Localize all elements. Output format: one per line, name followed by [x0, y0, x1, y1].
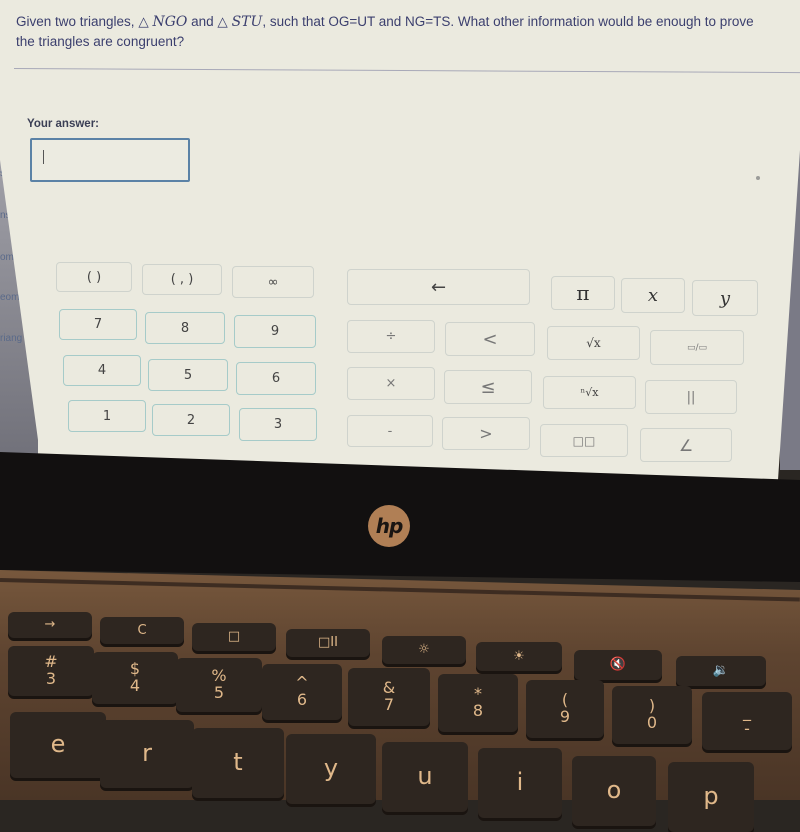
sidebar-item-fragment: eom: [0, 292, 20, 303]
key-9[interactable]: 9: [234, 315, 316, 348]
question-text: Given two triangles, △ NGO and △ STU, su…: [16, 14, 754, 49]
question-divider: [13, 68, 800, 74]
key-p[interactable]: p: [668, 762, 754, 832]
key-2[interactable]: 2: [152, 404, 230, 436]
key-i[interactable]: i: [478, 748, 562, 818]
key-7[interactable]: & 7: [348, 668, 430, 726]
key-minus[interactable]: _ -: [702, 692, 792, 750]
sidebar-item-fragment: riang: [0, 333, 23, 344]
key-3[interactable]: #3: [8, 646, 94, 696]
quiz-screen: Given two triangles, △ NGO and △ STU, su…: [0, 0, 800, 480]
key-fraction[interactable]: ▭/▭: [650, 330, 744, 365]
key-overview-icon[interactable]: □II: [286, 629, 370, 657]
key-6[interactable]: 6: [236, 362, 316, 395]
key-8[interactable]: * 8: [438, 674, 518, 732]
key-infinity[interactable]: ∞: [232, 266, 314, 298]
screen-speck: [756, 176, 760, 180]
triangle-2-name: STU: [231, 14, 263, 30]
key-mute-icon[interactable]: 🔇: [574, 650, 662, 680]
key-divide[interactable]: ÷: [347, 320, 435, 353]
triangle-symbol: △: [138, 14, 149, 29]
key-exponent[interactable]: □□: [540, 424, 628, 457]
key-refresh-icon[interactable]: C: [100, 617, 184, 644]
key-parallel[interactable]: ||: [645, 380, 737, 414]
key-7[interactable]: 7: [59, 309, 137, 340]
key-interval[interactable]: ( , ): [142, 264, 222, 295]
key-pi[interactable]: π: [551, 276, 615, 310]
key-greater-than[interactable]: >: [442, 417, 530, 450]
key-4[interactable]: $4: [92, 652, 178, 704]
key-1[interactable]: 1: [68, 400, 146, 432]
key-brightness-down-icon[interactable]: ☼: [382, 636, 466, 664]
sidebar-item-fragment: om: [0, 252, 14, 263]
key-square-root[interactable]: √x: [547, 326, 640, 360]
key-5[interactable]: % 5: [176, 658, 262, 712]
key-u[interactable]: u: [382, 742, 468, 812]
hp-logo: hp: [368, 505, 410, 547]
key-nth-root[interactable]: ⁿ√x: [543, 376, 636, 409]
key-backspace[interactable]: ←: [347, 269, 530, 305]
key-5[interactable]: 5: [148, 359, 228, 391]
key-4[interactable]: 4: [63, 355, 141, 386]
answer-input[interactable]: [30, 138, 190, 182]
key-parentheses[interactable]: ( ): [56, 262, 132, 292]
key-y[interactable]: y: [286, 734, 376, 804]
key-brightness-up-icon[interactable]: ☀: [476, 642, 562, 671]
key-x[interactable]: x: [621, 278, 685, 313]
key-0[interactable]: ) 0: [612, 686, 692, 744]
key-3[interactable]: 3: [239, 408, 317, 441]
key-fullscreen-icon[interactable]: □: [192, 623, 276, 651]
key-9[interactable]: (9: [526, 680, 604, 738]
key-volume-down-icon[interactable]: 🔉: [676, 656, 766, 686]
key-6[interactable]: ^ 6: [262, 664, 342, 720]
key-forward-icon[interactable]: →: [8, 612, 92, 638]
key-angle[interactable]: ∠: [640, 428, 732, 462]
key-t[interactable]: t: [192, 728, 284, 798]
key-minus[interactable]: -: [347, 415, 433, 447]
answer-label: Your answer:: [27, 118, 99, 130]
key-y[interactable]: y: [692, 280, 758, 316]
key-less-or-equal[interactable]: ≤: [444, 370, 532, 404]
text-cursor: [43, 150, 44, 164]
key-multiply[interactable]: ×: [347, 367, 435, 400]
key-r[interactable]: r: [100, 720, 194, 788]
key-less-than[interactable]: <: [445, 322, 535, 356]
key-o[interactable]: o: [572, 756, 656, 826]
key-e[interactable]: e: [10, 712, 106, 778]
triangle-symbol: △: [217, 14, 228, 29]
triangle-1-name: NGO: [152, 14, 188, 30]
key-8[interactable]: 8: [145, 312, 225, 344]
